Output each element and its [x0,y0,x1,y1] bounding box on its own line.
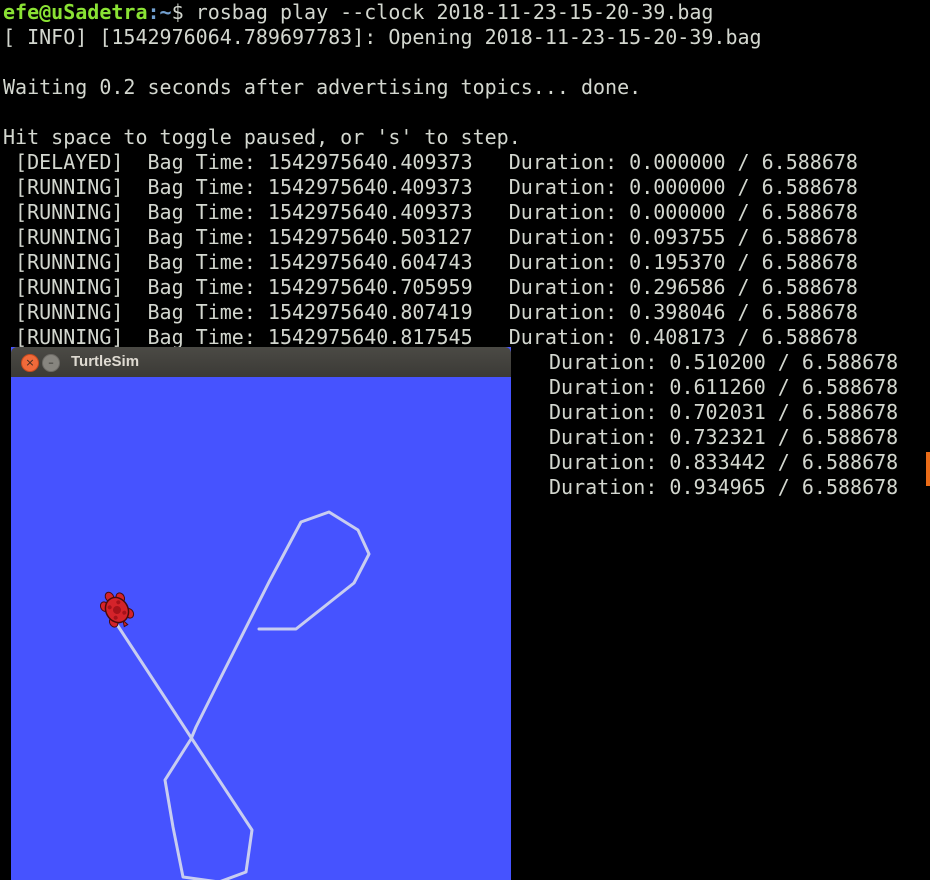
command-text: rosbag play --clock 2018-11-23-15-20-39.… [195,0,714,24]
status-row-duration: 0.093755 / 6.588678 [629,225,858,249]
status-row: [RUNNING] Bag Time: 1542975640.807419 Du… [15,300,858,324]
turtle-canvas [11,377,511,880]
status-row-bag-time: 1542975640.409373 [267,150,473,174]
status-row-state: [RUNNING] [15,300,124,324]
minimize-button[interactable]: – [42,354,60,372]
status-row-bag-time: 1542975640.409373 [267,175,473,199]
waiting-line: Waiting 0.2 seconds after advertising to… [3,75,642,99]
duration-row: Duration: 0.732321 / 6.588678 [549,425,899,449]
status-row: [DELAYED] Bag Time: 1542975640.409373 Du… [15,150,858,174]
status-row-state: [RUNNING] [15,225,124,249]
duration-row: Duration: 0.702031 / 6.588678 [549,400,899,424]
status-row-state: [RUNNING] [15,250,124,274]
hint-line: Hit space to toggle paused, or 's' to st… [3,125,521,149]
duration-row: Duration: 0.934965 / 6.588678 [549,475,899,499]
duration-row: Duration: 0.510200 / 6.588678 [549,350,899,374]
window-titlebar[interactable]: × – TurtleSim [11,347,511,377]
status-row-state: [RUNNING] [15,175,124,199]
status-row: [RUNNING] Bag Time: 1542975640.409373 Du… [15,200,858,224]
turtlesim-window[interactable]: × – TurtleSim [11,347,511,880]
window-title: TurtleSim [71,353,140,370]
info-line: [ INFO] [1542976064.789697783]: Opening … [3,25,762,49]
prompt-line: efe@uSadetra:~$ rosbag play --clock 2018… [3,0,713,25]
status-row-state: [RUNNING] [15,200,124,224]
status-row-bag-time: 1542975640.705959 [267,275,473,299]
status-row-duration: 0.000000 / 6.588678 [629,175,858,199]
status-row: [RUNNING] Bag Time: 1542975640.503127 Du… [15,225,858,249]
status-row-bag-time: 1542975640.604743 [267,250,473,274]
duration-value: 0.702031 / 6.588678 [669,400,899,424]
duration-value: 0.510200 / 6.588678 [669,350,899,374]
minimize-icon: – [48,356,54,369]
status-row-bag-time: 1542975640.817545 [267,325,473,349]
duration-row: Duration: 0.833442 / 6.588678 [549,450,899,474]
status-row: [RUNNING] Bag Time: 1542975640.604743 Du… [15,250,858,274]
status-row-duration: 0.296586 / 6.588678 [629,275,858,299]
status-row-bag-time: 1542975640.409373 [267,200,473,224]
status-row-duration: 0.000000 / 6.588678 [629,200,858,224]
turtle-icon [99,591,135,628]
status-row-duration: 0.398046 / 6.588678 [629,300,858,324]
prompt-symbol: $ [171,0,196,24]
duration-value: 0.833442 / 6.588678 [669,450,899,474]
duration-value: 0.934965 / 6.588678 [669,475,899,499]
status-row: [RUNNING] Bag Time: 1542975640.705959 Du… [15,275,858,299]
status-row-state: [RUNNING] [15,325,124,349]
status-row-bag-time: 1542975640.503127 [267,225,473,249]
close-button[interactable]: × [21,354,39,372]
prompt-path: :~ [147,0,172,24]
status-row-duration: 0.000000 / 6.588678 [629,150,858,174]
status-row-duration: 0.195370 / 6.588678 [629,250,858,274]
duration-row: Duration: 0.611260 / 6.588678 [549,375,899,399]
duration-value: 0.732321 / 6.588678 [669,425,899,449]
status-row-state: [RUNNING] [15,275,124,299]
status-row-duration: 0.408173 / 6.588678 [629,325,858,349]
status-row-bag-time: 1542975640.807419 [267,300,473,324]
turtle-path [114,510,371,880]
turtle-drawing [99,510,371,880]
prompt-user: efe@uSadetra [3,0,148,24]
status-row: [RUNNING] Bag Time: 1542975640.409373 Du… [15,175,858,199]
close-icon: × [25,356,35,369]
terminal-cursor [926,452,930,486]
duration-value: 0.611260 / 6.588678 [669,375,899,399]
status-row-state: [DELAYED] [15,150,124,174]
